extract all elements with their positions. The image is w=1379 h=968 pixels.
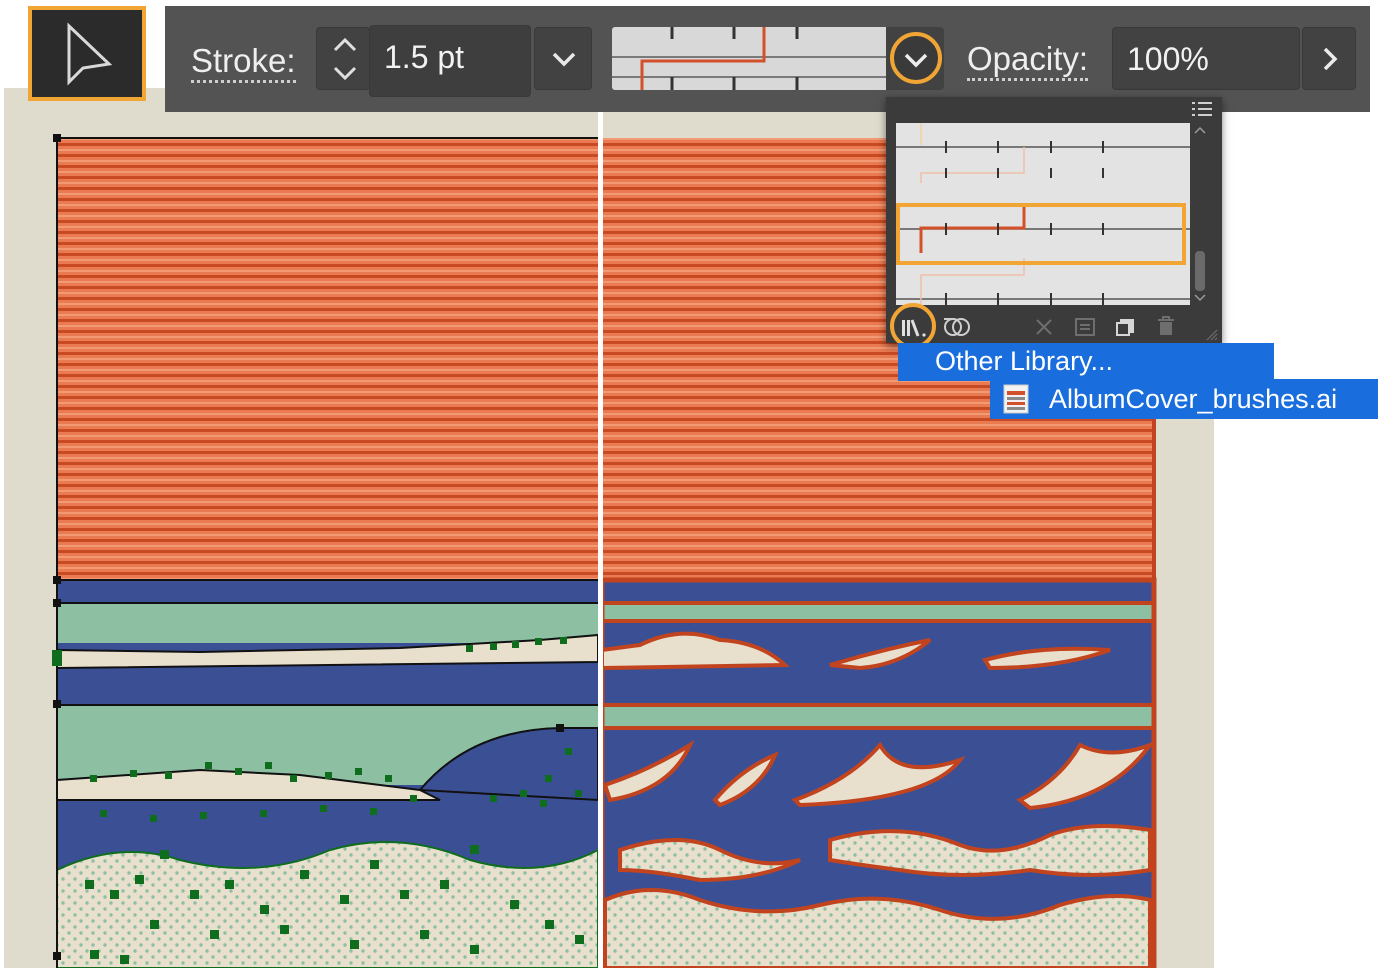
menu-item-other-library[interactable]: Other Library...	[898, 343, 1274, 381]
right-blank-area	[1214, 88, 1379, 968]
chevron-right-icon	[1323, 47, 1338, 71]
right-foam-3	[603, 888, 1152, 968]
selection-tool-button[interactable]	[28, 6, 146, 101]
selected-brush-highlight	[896, 203, 1186, 265]
remove-brush-stroke-icon[interactable]	[1034, 317, 1054, 337]
opacity-label[interactable]: Opacity:	[967, 40, 1089, 81]
resize-grip-icon[interactable]	[1206, 329, 1218, 341]
opacity-value: 100%	[1127, 41, 1209, 77]
stroke-label[interactable]: Stroke:	[191, 42, 296, 83]
brush-dropdown-button[interactable]	[886, 27, 944, 90]
stroke-weight-value: 1.5 pt	[384, 39, 465, 75]
menu-item-other-library-label: Other Library...	[935, 346, 1114, 376]
chevron-down-icon	[904, 53, 928, 68]
scroll-up-icon[interactable]	[1194, 125, 1206, 135]
opacity-more-button[interactable]	[1302, 27, 1356, 90]
stroke-stepper[interactable]	[316, 27, 370, 90]
stepper-arrows-icon	[333, 37, 357, 81]
ai-file-icon	[1003, 384, 1029, 414]
submenu-item-albumcover-brushes-label: AlbumCover_brushes.ai	[1049, 384, 1338, 414]
new-brush-icon[interactable]	[1116, 317, 1136, 337]
submenu-item-albumcover-brushes[interactable]: AlbumCover_brushes.ai	[990, 379, 1378, 419]
brush-list-scrollbar[interactable]	[1192, 123, 1208, 305]
opacity-field[interactable]: 100%	[1112, 27, 1300, 90]
stroke-weight-field[interactable]: 1.5 pt	[369, 25, 531, 97]
brush-stroke-preview	[612, 27, 886, 90]
stroke-weight-dropdown[interactable]	[534, 27, 592, 90]
sea-band-top	[57, 580, 1154, 603]
brush-library-icon	[902, 319, 926, 337]
scroll-thumb[interactable]	[1195, 251, 1205, 291]
view-divider	[598, 0, 603, 968]
brush-item-1[interactable]	[896, 123, 1190, 183]
creative-cloud-libraries-icon[interactable]	[942, 315, 972, 337]
brush-definition-preview[interactable]	[612, 27, 886, 90]
left-green-strip	[57, 603, 598, 643]
selection-arrow-icon	[67, 22, 113, 86]
brush-picker-panel	[886, 97, 1222, 349]
chevron-down-icon	[552, 52, 576, 67]
panel-menu-icon[interactable]	[1192, 101, 1214, 117]
delete-brush-icon[interactable]	[1156, 315, 1176, 337]
options-of-selected-object-icon[interactable]	[1074, 317, 1096, 337]
brush-item-3[interactable]	[896, 258, 1190, 305]
scroll-down-icon[interactable]	[1194, 293, 1206, 303]
